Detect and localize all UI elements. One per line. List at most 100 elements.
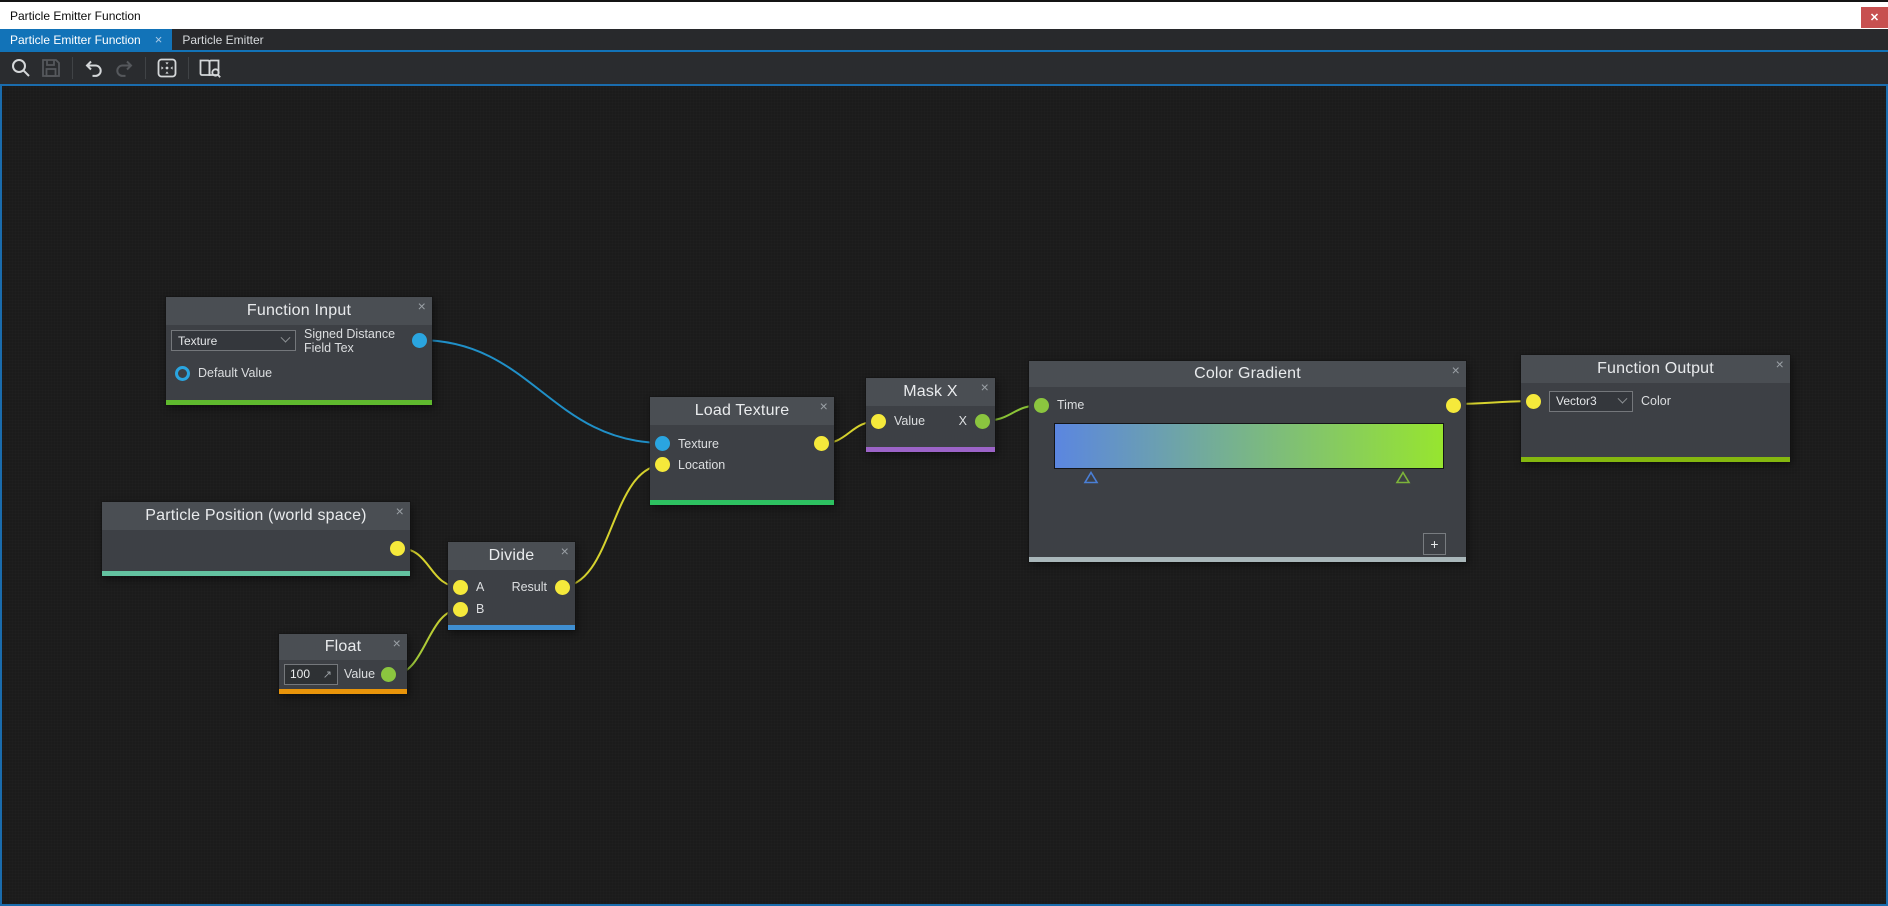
node-function-output: Function Output × Vector3 Color	[1521, 355, 1790, 462]
x-label: X	[958, 414, 967, 428]
node-float: Float × 100 ↗ Value	[279, 634, 407, 694]
input-port-a[interactable]	[453, 579, 468, 595]
node-color-strip	[448, 625, 575, 630]
node-graph-canvas[interactable]: Function Input × Texture Signed Distance…	[0, 84, 1888, 906]
node-divide: Divide × A Result B	[448, 542, 575, 630]
value-label: Value	[344, 667, 376, 681]
node-function-input: Function Input × Texture Signed Distance…	[166, 297, 432, 405]
tab-label: Particle Emitter Function	[10, 32, 141, 47]
node-header[interactable]: Function Output ×	[1521, 355, 1790, 383]
wire-divide-to-location[interactable]	[559, 464, 665, 588]
node-header[interactable]: Color Gradient ×	[1029, 361, 1466, 387]
chevron-down-icon	[1617, 393, 1628, 404]
zoom-search-icon[interactable]	[6, 55, 36, 81]
toolbar	[0, 52, 1888, 84]
input-port-value[interactable]	[871, 413, 886, 429]
input-port-color[interactable]	[1526, 393, 1541, 409]
float-value-input[interactable]: 100 ↗	[284, 663, 338, 685]
tab-close-icon[interactable]: ×	[155, 33, 163, 46]
value-label: Value	[894, 414, 926, 428]
node-color-strip	[166, 400, 432, 405]
node-title: Function Input	[246, 302, 352, 319]
tab-label: Particle Emitter	[182, 32, 264, 47]
input-port-location[interactable]	[655, 457, 670, 472]
close-icon[interactable]: ×	[1776, 356, 1784, 372]
save-icon[interactable]	[36, 55, 66, 81]
tab-particle-emitter-function[interactable]: Particle Emitter Function ×	[0, 29, 173, 50]
titlebar: Particle Emitter Function ✕	[0, 2, 1888, 29]
gradient-marker-green[interactable]	[1395, 471, 1411, 484]
input-port-b[interactable]	[453, 601, 468, 617]
node-library-icon[interactable]	[195, 55, 225, 81]
close-icon[interactable]: ×	[418, 298, 426, 314]
node-color-strip	[1029, 557, 1466, 562]
output-port-x[interactable]	[975, 413, 990, 429]
node-header[interactable]: Function Input ×	[166, 297, 432, 325]
node-color-strip	[866, 447, 995, 452]
default-value-label: Default Value	[198, 366, 273, 380]
close-icon[interactable]: ×	[820, 398, 828, 414]
add-gradient-stop-button[interactable]: +	[1423, 533, 1446, 555]
texture-label: Texture	[678, 436, 719, 451]
node-title: Float	[324, 638, 362, 655]
tab-bar: Particle Emitter Function × Particle Emi…	[0, 29, 1888, 50]
toolbar-separator	[72, 57, 73, 79]
input-b-label: B	[476, 602, 485, 616]
node-color-strip	[650, 500, 834, 505]
expand-editor-icon[interactable]: ↗	[323, 668, 332, 681]
node-particle-position: Particle Position (world space) ×	[102, 502, 410, 576]
gradient-marker-blue[interactable]	[1083, 471, 1099, 484]
undo-icon[interactable]	[79, 55, 109, 81]
redo-icon[interactable]	[109, 55, 139, 81]
node-mask-x: Mask X × Value X	[866, 378, 995, 452]
close-icon[interactable]: ×	[561, 543, 569, 559]
node-color-strip	[1521, 457, 1790, 462]
node-title: Load Texture	[694, 402, 790, 419]
input-port-texture[interactable]	[655, 436, 670, 451]
node-header[interactable]: Load Texture ×	[650, 397, 834, 425]
node-header[interactable]: Mask X ×	[866, 378, 995, 406]
location-label: Location	[678, 457, 726, 472]
toolbar-separator	[145, 57, 146, 79]
node-title: Particle Position (world space)	[145, 507, 367, 524]
fit-view-icon[interactable]	[152, 55, 182, 81]
node-header[interactable]: Float ×	[279, 634, 407, 660]
node-title: Function Output	[1597, 360, 1714, 377]
tab-particle-emitter[interactable]: Particle Emitter	[172, 29, 273, 50]
output-port-position[interactable]	[390, 540, 405, 556]
node-color-strip	[102, 571, 410, 576]
input-a-label: A	[476, 580, 485, 594]
node-header[interactable]: Divide ×	[448, 542, 575, 570]
node-title: Mask X	[903, 383, 958, 400]
node-load-texture: Load Texture × Texture Location	[650, 397, 834, 505]
node-color-gradient: Color Gradient × Time +	[1029, 361, 1466, 562]
default-value-port[interactable]	[175, 365, 190, 381]
app-window: Particle Emitter Function ✕ Particle Emi…	[0, 0, 1888, 906]
node-header[interactable]: Particle Position (world space) ×	[102, 502, 410, 530]
output-port-value[interactable]	[381, 666, 397, 682]
result-label: Result	[511, 580, 547, 594]
node-title: Color Gradient	[1194, 365, 1301, 382]
window-close-button[interactable]: ✕	[1861, 7, 1888, 28]
close-icon[interactable]: ×	[981, 379, 989, 395]
node-color-strip	[279, 689, 407, 694]
input-port-time[interactable]	[1034, 397, 1049, 413]
output-port-texture[interactable]	[412, 333, 427, 348]
output-type-dropdown[interactable]: Vector3	[1549, 390, 1633, 412]
output-port-color[interactable]	[1446, 397, 1461, 413]
window-title: Particle Emitter Function	[10, 8, 141, 23]
close-icon[interactable]: ×	[393, 635, 401, 651]
close-icon[interactable]: ×	[1452, 362, 1460, 378]
gradient-bar[interactable]	[1054, 423, 1444, 469]
time-label: Time	[1057, 398, 1085, 412]
output-port-label: Signed Distance Field Tex	[304, 326, 396, 355]
color-label: Color	[1641, 394, 1671, 408]
wire-input-to-loadtexture[interactable]	[418, 339, 665, 444]
output-port-result[interactable]	[555, 579, 570, 595]
toolbar-separator	[188, 57, 189, 79]
close-icon[interactable]: ×	[396, 503, 404, 519]
output-port[interactable]	[814, 436, 829, 451]
node-title: Divide	[488, 547, 535, 564]
input-type-dropdown[interactable]: Texture	[171, 330, 296, 351]
chevron-down-icon	[280, 332, 291, 343]
